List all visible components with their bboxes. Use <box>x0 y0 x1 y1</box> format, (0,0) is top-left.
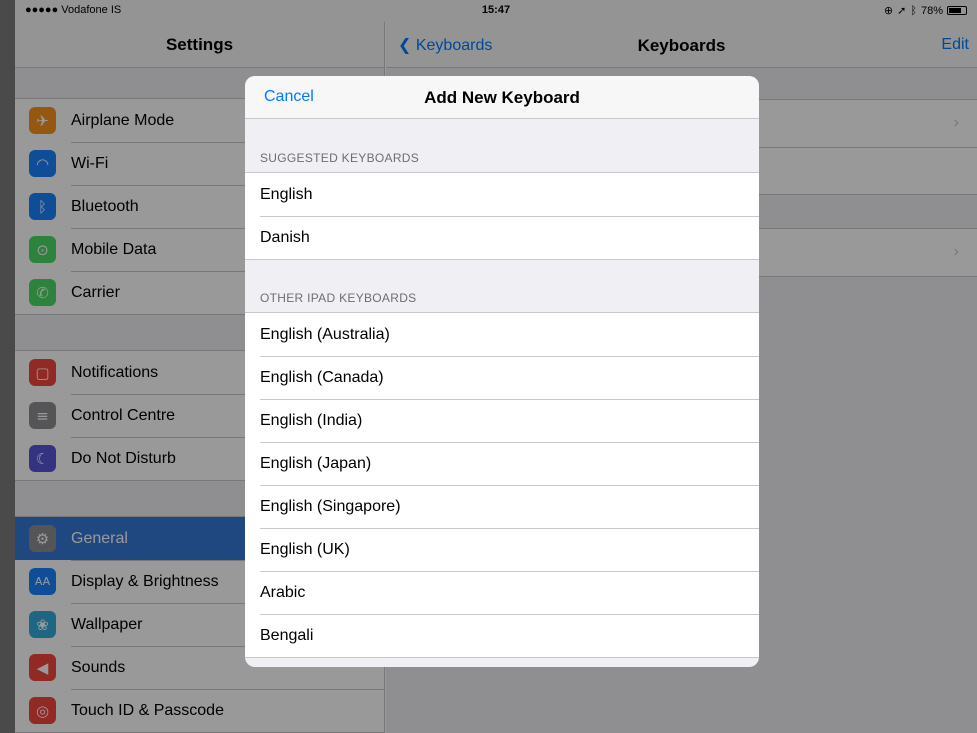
keyboard-list: SUGGESTED KEYBOARDS English Danish OTHER IP… <box>245 119 759 658</box>
keyboard-option[interactable]: English (UK) <box>245 528 759 571</box>
modal-navbar: Cancel Add New Keyboard <box>245 76 759 119</box>
keyboard-option[interactable]: Danish <box>245 216 759 259</box>
section-header: OTHER IPAD KEYBOARDS <box>260 291 417 305</box>
keyboard-option[interactable]: English <box>245 173 759 216</box>
section-header: SUGGESTED KEYBOARDS <box>260 151 420 165</box>
add-keyboard-modal: Cancel Add New Keyboard SUGGESTED KEYBOA… <box>245 76 759 667</box>
keyboard-option[interactable]: Bengali <box>245 614 759 657</box>
keyboard-group: English Danish <box>245 172 759 260</box>
keyboard-option[interactable]: English (Japan) <box>245 442 759 485</box>
modal-title: Add New Keyboard <box>424 88 580 107</box>
ipad-screen: ●●●●● Vodafone IS 15:47 ⊕ ➚ ᛒ 78% Settin… <box>15 0 977 733</box>
keyboard-option[interactable]: English (Australia) <box>245 313 759 356</box>
keyboard-group: English (Australia) English (Canada) Engli… <box>245 312 759 658</box>
keyboard-option[interactable]: English (Canada) <box>245 356 759 399</box>
keyboard-option[interactable]: Arabic <box>245 571 759 614</box>
keyboard-option[interactable]: English (Singapore) <box>245 485 759 528</box>
keyboard-option[interactable]: English (India) <box>245 399 759 442</box>
